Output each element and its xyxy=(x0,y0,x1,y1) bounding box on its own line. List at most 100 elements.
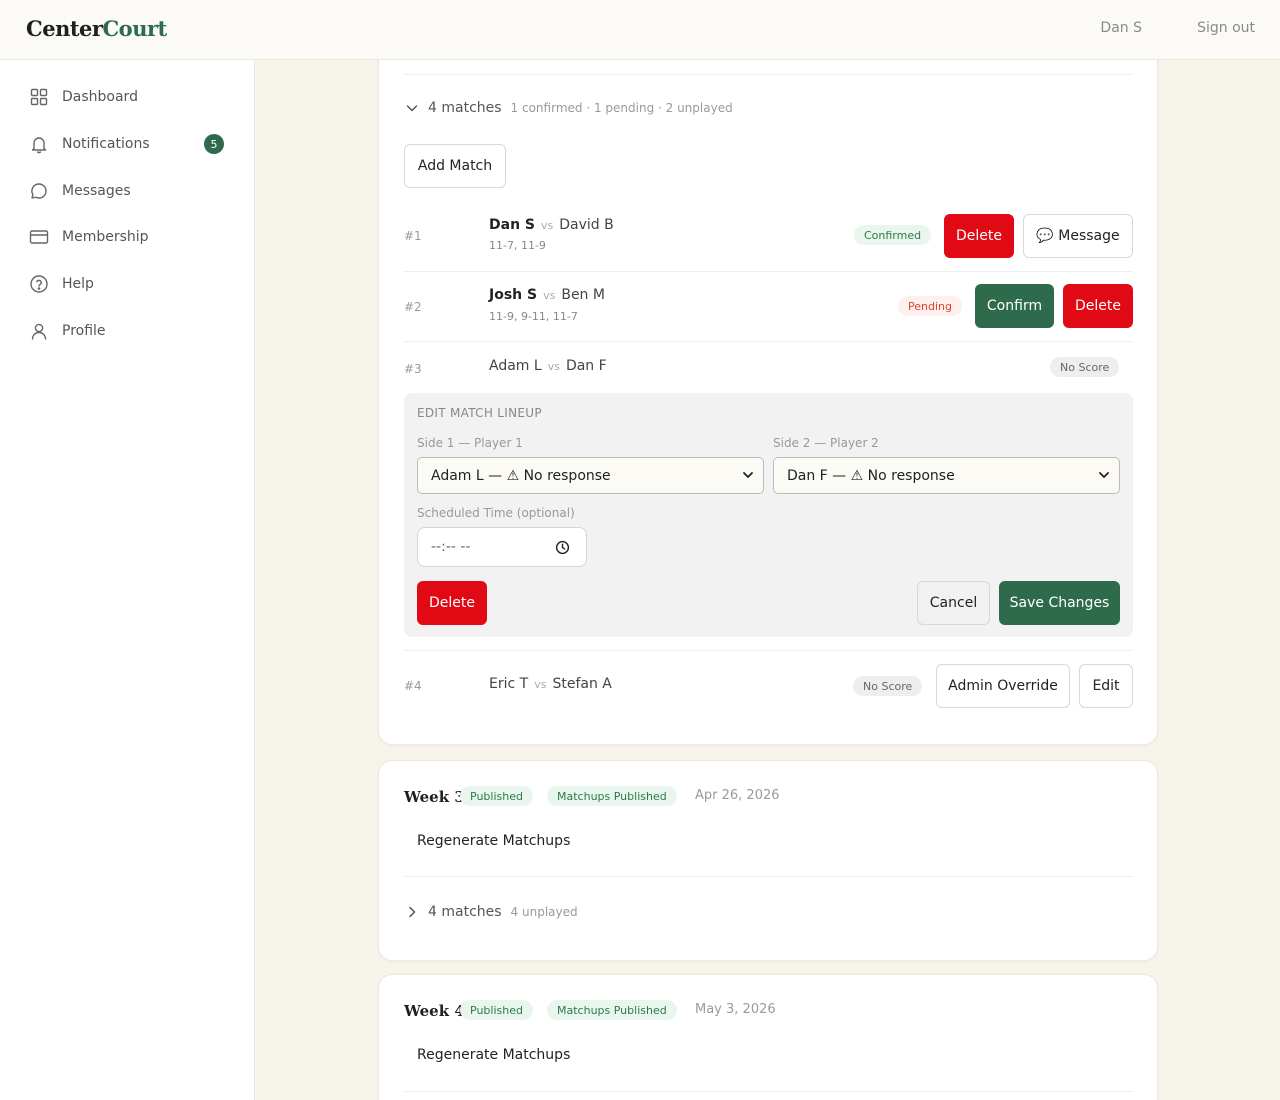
sidebar-item-profile[interactable]: Profile xyxy=(28,316,228,346)
player-2: Stefan A xyxy=(552,676,612,692)
message-button[interactable]: 💬 Message xyxy=(1023,214,1133,258)
delete-match-button[interactable]: Delete xyxy=(944,214,1014,258)
help-circle-icon xyxy=(28,273,50,295)
credit-card-icon xyxy=(28,226,50,248)
week-card: Week 3 Published Matchups Published Apr … xyxy=(378,760,1158,961)
sidebar-item-membership[interactable]: Membership xyxy=(28,222,228,252)
player-1: Dan S xyxy=(489,217,535,233)
edit-match-button[interactable]: Edit xyxy=(1079,664,1133,708)
week-date: May 3, 2026 xyxy=(695,1002,776,1017)
app-logo[interactable]: CenterCourt xyxy=(26,16,167,41)
delete-match-button[interactable]: Delete xyxy=(1063,284,1133,328)
player-1: Adam L xyxy=(489,358,542,374)
scheduled-time-input[interactable]: --:-- -- xyxy=(417,527,587,567)
grid-icon xyxy=(28,86,50,108)
notification-count-badge: 5 xyxy=(204,134,224,154)
match-players: Josh S vs Ben M xyxy=(489,287,605,303)
match-players: Eric T vs Stefan A xyxy=(489,676,612,692)
matchups-published-badge: Matchups Published xyxy=(547,786,677,806)
confirm-match-button[interactable]: Confirm xyxy=(975,284,1054,328)
sign-out-link[interactable]: Sign out xyxy=(1197,20,1255,36)
week-title: Week 3 xyxy=(404,788,465,806)
match-row: #4 Eric T vs Stefan A No Score Admin Overr… xyxy=(404,664,1133,708)
vs-label: vs xyxy=(534,678,547,691)
status-badge: No Score xyxy=(1050,357,1120,377)
save-changes-button[interactable]: Save Changes xyxy=(999,581,1120,625)
sidebar-item-label: Dashboard xyxy=(62,89,138,105)
player-1: Josh S xyxy=(489,287,538,303)
current-user[interactable]: Dan S xyxy=(1100,20,1142,36)
matches-count: 4 matches xyxy=(428,904,502,920)
scheduled-time-label: Scheduled Time (optional) xyxy=(417,506,575,520)
status-badge: Confirmed xyxy=(854,225,932,245)
sidebar-item-dashboard[interactable]: Dashboard xyxy=(28,82,228,112)
chat-bubble-icon xyxy=(28,180,50,202)
week-date: Apr 26, 2026 xyxy=(695,788,780,803)
chevron-down-icon xyxy=(406,105,418,112)
sidebar-item-notifications[interactable]: Notifications 5 xyxy=(28,129,228,159)
side2-player-select[interactable]: Dan F — ⚠ No response xyxy=(773,457,1120,494)
sidebar-item-messages[interactable]: Messages xyxy=(28,176,228,206)
logo-accent: Court xyxy=(102,16,167,41)
match-number: #1 xyxy=(404,229,422,243)
chevron-right-icon xyxy=(409,906,416,918)
divider xyxy=(404,74,1133,75)
delete-match-button[interactable]: Delete xyxy=(417,581,487,625)
match-number: #4 xyxy=(404,679,422,693)
cancel-button[interactable]: Cancel xyxy=(917,581,990,625)
matches-expander[interactable]: 4 matches 4 unplayed xyxy=(404,904,578,920)
side1-player-select[interactable]: Adam L — ⚠ No response xyxy=(417,457,764,494)
matches-expander[interactable]: 4 matches 1 confirmed · 1 pending · 2 un… xyxy=(404,100,733,116)
player-1: Eric T xyxy=(489,676,529,692)
side2-label: Side 2 — Player 2 xyxy=(773,436,879,450)
match-row: #1 Dan S vs David B 11-7, 11-9 Confirmed D… xyxy=(404,214,1133,271)
clock-icon[interactable] xyxy=(555,540,570,555)
divider xyxy=(404,341,1133,342)
match-row: #3 Adam L vs Dan F No Score xyxy=(404,356,1133,386)
side1-label: Side 1 — Player 1 xyxy=(417,436,523,450)
user-icon xyxy=(28,320,50,342)
vs-label: vs xyxy=(543,289,556,302)
match-number: #2 xyxy=(404,300,422,314)
sidebar: Dashboard Notifications 5 Messages Membe… xyxy=(0,60,255,1100)
admin-override-button[interactable]: Admin Override xyxy=(936,664,1070,708)
chevron-down-icon xyxy=(743,472,753,478)
divider xyxy=(404,1091,1133,1092)
regenerate-matchups-button[interactable]: Regenerate Matchups xyxy=(417,1047,570,1063)
sidebar-item-label: Profile xyxy=(62,323,106,339)
vs-label: vs xyxy=(547,360,560,373)
sidebar-item-label: Messages xyxy=(62,183,131,199)
status-badge: Pending xyxy=(898,296,962,316)
sidebar-item-label: Help xyxy=(62,276,94,292)
chevron-down-icon xyxy=(1099,472,1109,478)
edit-lineup-panel: EDIT MATCH LINEUP Side 1 — Player 1 Adam… xyxy=(404,393,1133,637)
matches-summary: 1 confirmed · 1 pending · 2 unplayed xyxy=(510,101,733,115)
divider xyxy=(404,876,1133,877)
match-score: 11-7, 11-9 xyxy=(489,239,546,252)
match-players: Adam L vs Dan F xyxy=(489,358,607,374)
match-players: Dan S vs David B xyxy=(489,217,614,233)
vs-label: vs xyxy=(541,219,554,232)
add-match-button[interactable]: Add Match xyxy=(404,144,506,188)
side2-selected-value: Dan F — ⚠ No response xyxy=(787,467,955,484)
published-badge: Published xyxy=(460,1000,533,1020)
sidebar-item-label: Membership xyxy=(62,229,149,245)
regenerate-matchups-button[interactable]: Regenerate Matchups xyxy=(417,833,570,849)
match-number: #3 xyxy=(404,362,422,376)
sidebar-item-label: Notifications xyxy=(62,136,150,152)
top-bar: CenterCourt Dan S Sign out xyxy=(0,0,1280,60)
player-2: Dan F xyxy=(565,358,607,374)
divider xyxy=(404,650,1133,651)
edit-panel-title: EDIT MATCH LINEUP xyxy=(417,406,542,420)
matchups-published-badge: Matchups Published xyxy=(547,1000,677,1020)
player-2: David B xyxy=(559,217,614,233)
sidebar-item-help[interactable]: Help xyxy=(28,269,228,299)
side1-selected-value: Adam L — ⚠ No response xyxy=(431,467,611,484)
matches-count: 4 matches xyxy=(428,100,502,116)
published-badge: Published xyxy=(460,786,533,806)
divider xyxy=(404,271,1133,272)
week-card: Week 4 Published Matchups Published May … xyxy=(378,974,1158,1100)
week-title: Week 4 xyxy=(404,1002,465,1020)
status-badge: No Score xyxy=(853,676,923,696)
time-placeholder: --:-- -- xyxy=(431,539,471,555)
